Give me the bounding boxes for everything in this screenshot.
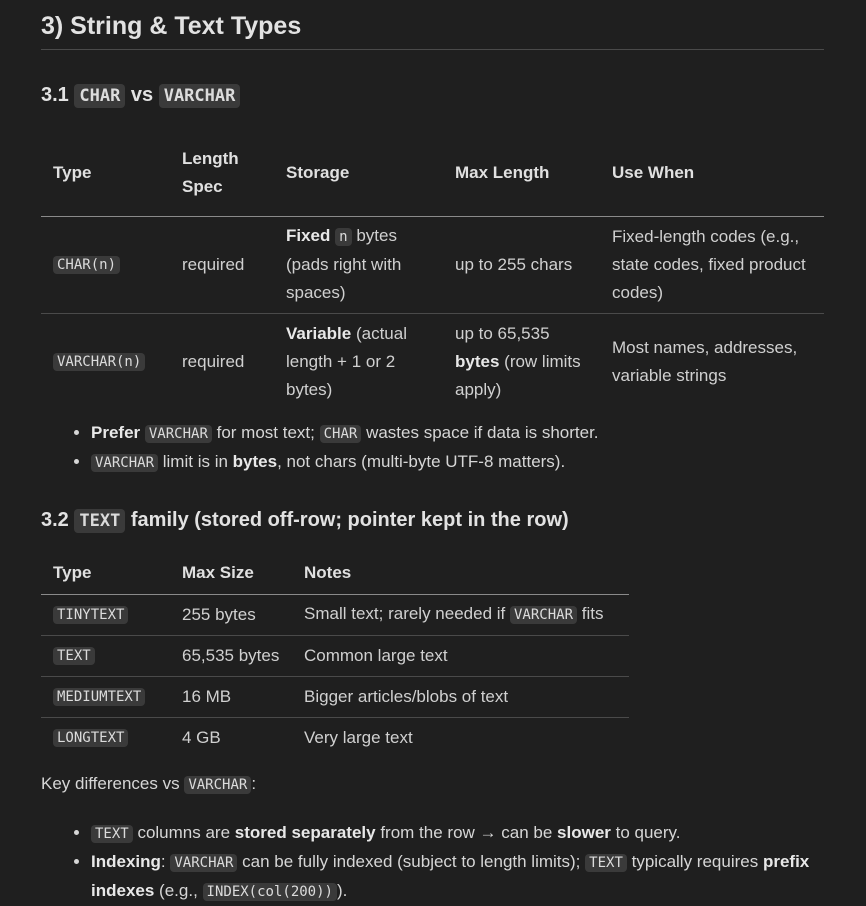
column-header: Max Length (455, 162, 550, 182)
column-header: Max Size (182, 563, 254, 583)
cell-notes: Very large text (304, 727, 413, 747)
cell-length-spec: required (182, 254, 245, 274)
subsection-heading-text-family: 3.2 TEXT family (stored off-row; pointer… (41, 506, 824, 535)
column-header: Length Spec (182, 148, 239, 196)
cell-use-when: Fixed-length codes (e.g., state codes, f… (612, 226, 806, 302)
inline-code: TEXT (91, 825, 133, 843)
column-header: Use When (612, 162, 695, 182)
column-header: Notes (304, 563, 352, 583)
bold-text: bytes (455, 351, 500, 371)
cell-notes: Common large text (304, 645, 448, 665)
table-row: LONGTEXT 4 GB Very large text (41, 717, 629, 758)
paragraph-text: Key differences vs (41, 774, 180, 793)
bold-text: Variable (286, 323, 352, 343)
inline-code: VARCHAR (158, 84, 241, 108)
key-differences-paragraph: Key differences vs VARCHAR: (41, 770, 824, 799)
subsection-heading-char-varchar: 3.1 CHAR vs VARCHAR (41, 81, 824, 110)
inline-code: TEXT (53, 647, 95, 665)
table-row: TINYTEXT 255 bytes Small text; rarely ne… (41, 594, 629, 635)
column-header: Type (53, 162, 92, 182)
table-header-row: Type Max Size Notes (41, 553, 629, 594)
subsection-text: family (stored off-row; pointer kept in … (130, 509, 569, 531)
bold-text: Indexing (91, 852, 161, 871)
subsection-number: 3.2 (41, 509, 69, 531)
bold-text: Prefer (91, 423, 141, 442)
list-text: (e.g., (159, 881, 198, 900)
cell-type: TEXT (41, 635, 170, 676)
bold-text: bytes (232, 452, 278, 471)
table-row: TEXT 65,535 bytes Common large text (41, 635, 629, 676)
paragraph-text: : (251, 774, 257, 793)
inline-code: CHAR (319, 425, 362, 443)
list-text: ). (336, 881, 348, 900)
cell-use-when: Most names, addresses, variable strings (612, 337, 798, 385)
column-header: Storage (286, 162, 350, 182)
inline-code: TINYTEXT (53, 606, 129, 624)
inline-code: VARCHAR (184, 776, 252, 794)
table-row: VARCHAR(n) required Variable (actual len… (41, 313, 824, 410)
list-text: for most text; (216, 423, 315, 442)
cell-storage: Variable (actual length + 1 or 2 bytes) (274, 313, 443, 410)
cell-type: MEDIUMTEXT (41, 676, 170, 717)
inline-code: CHAR(n) (53, 256, 121, 274)
list-text: , not chars (multi-byte UTF-8 matters). (277, 452, 566, 471)
inline-code: TEXT (74, 509, 126, 533)
inline-code: VARCHAR(n) (53, 353, 146, 372)
cell-max-size: 255 bytes (182, 604, 256, 624)
cell-type: VARCHAR(n) (41, 313, 170, 410)
list-item: TEXT columns are stored separately from … (91, 819, 824, 848)
cell-length-spec: required (182, 351, 245, 371)
list-item: Indexing: VARCHAR can be fully indexed (… (91, 848, 824, 906)
cell-text: up to 65,535 (455, 323, 550, 343)
inline-code: CHAR (74, 84, 126, 108)
char-varchar-table: Type Length Spec Storage Max Length Use … (41, 130, 824, 410)
list-text: to query. (615, 823, 681, 842)
document-body: 3) String & Text Types 3.1 CHAR vs VARCH… (41, 0, 824, 906)
list-text: can be fully indexed (subject to length … (242, 852, 581, 871)
cell-max-size: 16 MB (182, 686, 232, 706)
table-row: MEDIUMTEXT 16 MB Bigger articles/blobs o… (41, 676, 629, 717)
text-notes: TEXT columns are stored separately from … (41, 819, 824, 906)
list-text: columns are (137, 823, 231, 842)
subsection-number: 3.1 (41, 84, 69, 106)
inline-code: n (335, 228, 352, 246)
inline-code: VARCHAR (510, 606, 578, 624)
list-text: : (160, 852, 166, 871)
inline-code: TEXT (585, 854, 627, 872)
list-item: Prefer VARCHAR for most text; CHAR waste… (91, 419, 824, 448)
column-header: Type (53, 563, 92, 583)
cell-max-size: 65,535 bytes (182, 645, 280, 665)
list-text: wastes space if data is shorter. (366, 423, 599, 442)
list-text: from the row → can be (380, 823, 553, 842)
cell-storage: Fixed n bytes (pads right with spaces) (274, 216, 443, 313)
char-varchar-notes: Prefer VARCHAR for most text; CHAR waste… (41, 419, 824, 477)
cell-type: TINYTEXT (41, 594, 170, 635)
bold-text: slower (557, 823, 611, 842)
bold-text: Fixed (286, 226, 331, 245)
list-text: limit is in (162, 452, 228, 471)
list-text: typically requires (631, 852, 759, 871)
cell-notes: Small text; rarely needed if VARCHAR fit… (292, 594, 629, 635)
cell-type: CHAR(n) (41, 216, 170, 313)
bold-text: stored separately (234, 823, 376, 842)
subsection-text: vs (130, 84, 154, 106)
cell-notes: Bigger articles/blobs of text (304, 686, 509, 706)
inline-code: VARCHAR (144, 425, 212, 443)
table-header-row: Type Length Spec Storage Max Length Use … (41, 130, 824, 216)
cell-max-size: 4 GB (182, 727, 221, 747)
cell-text: Small text; rarely needed if (304, 604, 506, 623)
section-heading: 3) String & Text Types (41, 0, 824, 50)
cell-max-length: up to 65,535 bytes (row limits apply) (443, 313, 600, 410)
list-item: VARCHAR limit is in bytes, not chars (mu… (91, 448, 824, 477)
cell-text: fits (581, 604, 604, 623)
table-row: CHAR(n) required Fixed n bytes (pads rig… (41, 216, 824, 313)
inline-code: VARCHAR (170, 854, 238, 872)
inline-code: VARCHAR (91, 454, 159, 472)
cell-type: LONGTEXT (41, 717, 170, 758)
text-family-table: Type Max Size Notes TINYTEXT 255 bytes S… (41, 553, 629, 758)
cell-max-length: up to 255 chars (455, 254, 573, 274)
inline-code: LONGTEXT (53, 729, 129, 748)
inline-code: MEDIUMTEXT (53, 688, 146, 706)
inline-code: INDEX(col(200)) (202, 883, 337, 901)
